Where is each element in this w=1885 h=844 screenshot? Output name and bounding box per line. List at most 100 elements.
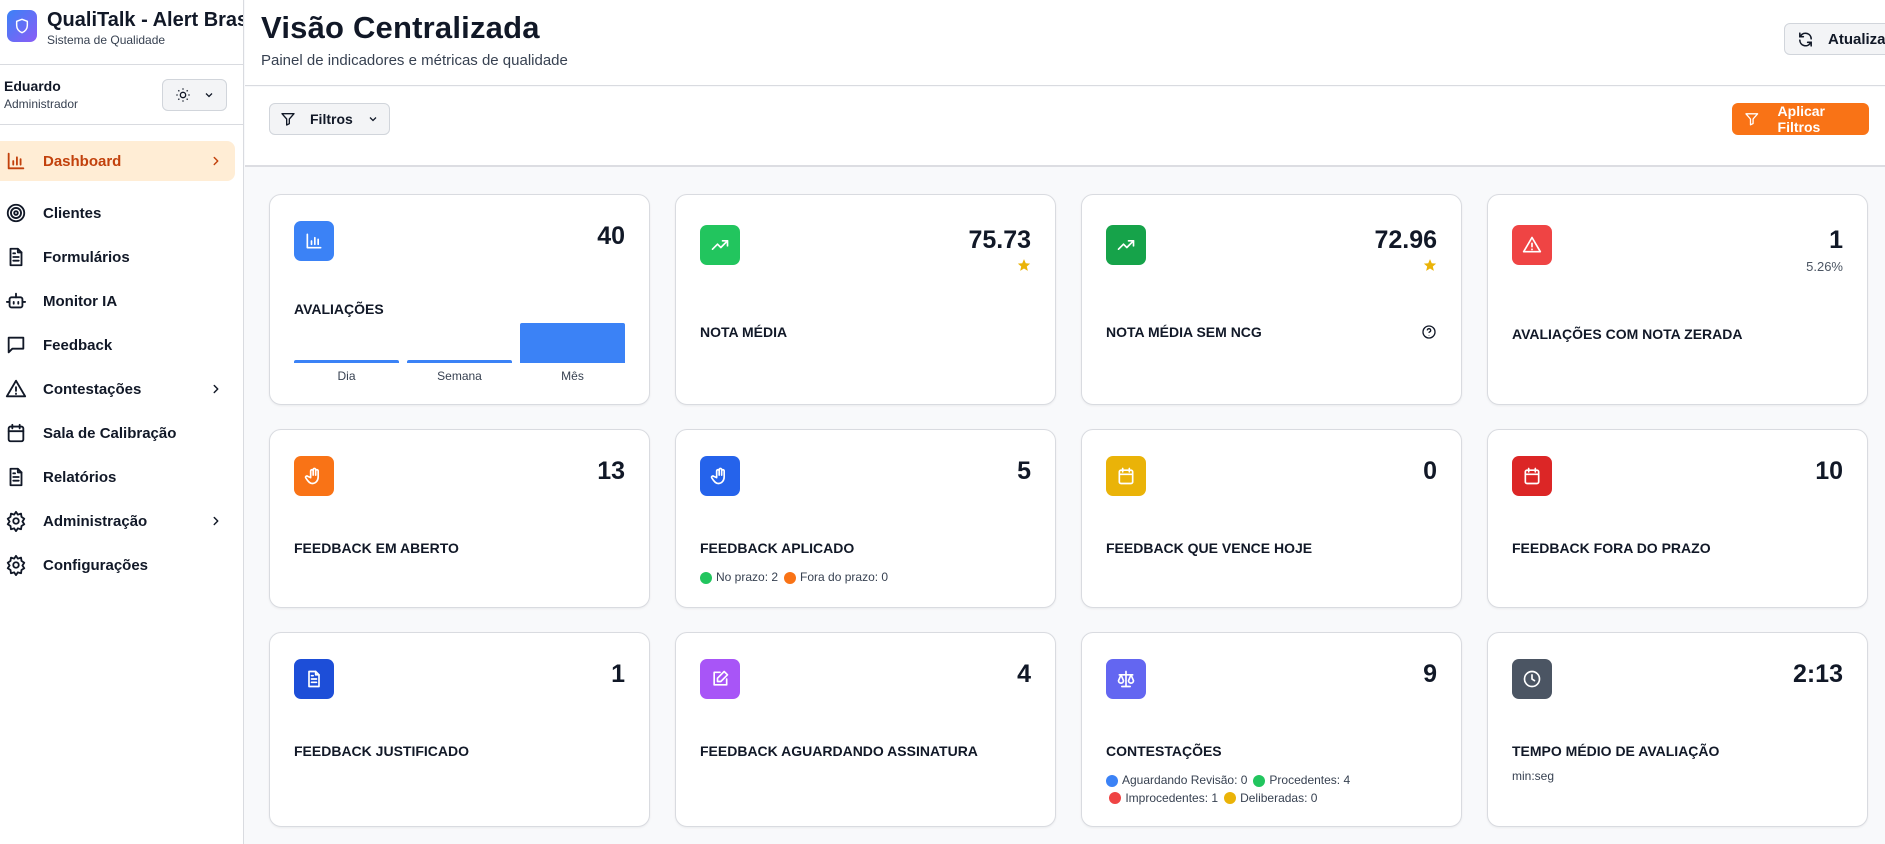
kpi-label: AVALIAÇÕES bbox=[294, 301, 384, 317]
kpi-card: 9 CONTESTAÇÕES Aguardando Revisão: 0 Proced… bbox=[1081, 632, 1462, 827]
legend-dot bbox=[784, 571, 797, 584]
kpi-card: 1 FEEDBACK JUSTIFICADO bbox=[269, 632, 650, 827]
brand: QualiTalk - Alert Brasil Sistema de Qual… bbox=[0, 0, 243, 65]
calendar-icon bbox=[7, 423, 25, 443]
help-circle-icon[interactable] bbox=[1421, 324, 1437, 340]
chevron-down-icon bbox=[369, 117, 377, 122]
kpi-label: FEEDBACK JUSTIFICADO bbox=[294, 743, 470, 759]
kpi-card: 72.96 NOTA MÉDIA SEM NCG bbox=[1081, 194, 1462, 405]
kpi-value: 1 bbox=[1829, 226, 1843, 254]
kpi-card: 40 AVALIAÇÕES Dia Semana Mês bbox=[269, 194, 650, 405]
chevron-down-icon bbox=[205, 92, 212, 97]
sidebar-item-dashboard[interactable]: Dashboard bbox=[0, 141, 235, 181]
legend-text: Aguardando Revisão: 0 bbox=[1122, 773, 1248, 787]
page-title: Visão Centralizada bbox=[261, 10, 540, 45]
page-subtitle: Painel de indicadores e métricas de qual… bbox=[261, 52, 568, 69]
kpi-value: 13 bbox=[597, 457, 625, 485]
sidebar-item-configuracoes[interactable]: Configurações bbox=[0, 545, 235, 585]
evaluations-mini-chart bbox=[294, 323, 625, 363]
refresh-label: Atualizar bbox=[1828, 30, 1885, 48]
legend-dot bbox=[1253, 774, 1266, 787]
edit-icon bbox=[713, 670, 729, 686]
sidebar-item-label: Dashboard bbox=[43, 152, 122, 170]
star-icon bbox=[1017, 259, 1031, 271]
filter-icon bbox=[281, 113, 295, 126]
legend-dot bbox=[700, 571, 712, 584]
legend-dot bbox=[1109, 792, 1122, 804]
refresh-icon bbox=[1799, 31, 1812, 47]
filters-label: Filtros bbox=[310, 111, 353, 127]
kpi-label: TEMPO MÉDIO DE AVALIAÇÃO bbox=[1512, 743, 1720, 759]
kpi-card: 1 5.26% AVALIAÇÕES COM NOTA ZERADA bbox=[1487, 194, 1868, 405]
file-text-icon bbox=[9, 467, 23, 487]
gear-icon bbox=[6, 510, 26, 532]
kpi-value: 4 bbox=[1017, 660, 1031, 688]
kpi-card: 75.73 NOTA MÉDIA bbox=[675, 194, 1056, 405]
kpi-value: 1 bbox=[611, 660, 625, 688]
star-icon bbox=[1423, 259, 1437, 271]
filter-icon bbox=[1745, 113, 1759, 126]
target-icon bbox=[6, 203, 26, 223]
legend-item: Procedentes: 4 bbox=[1253, 773, 1350, 788]
apply-filters-button[interactable]: Aplicar Filtros bbox=[1732, 103, 1869, 135]
calendar-badge bbox=[1106, 456, 1146, 496]
trending-up-badge bbox=[1106, 225, 1146, 265]
bar-chart-icon bbox=[306, 233, 322, 249]
kpi-value: 10 bbox=[1815, 457, 1843, 485]
legend-dot bbox=[1106, 774, 1118, 787]
sidebar-item-administracao[interactable]: Administração bbox=[0, 501, 235, 541]
kpi-label: NOTA MÉDIA bbox=[700, 324, 788, 340]
bar-chart-badge bbox=[294, 221, 334, 261]
scale-icon bbox=[1117, 670, 1135, 688]
sidebar-item-contestacoes[interactable]: Contestações bbox=[0, 369, 235, 409]
legend-item: Improcedentes: 1 bbox=[1109, 791, 1218, 806]
sidebar-item-monitor-ia[interactable]: Monitor IA bbox=[0, 281, 235, 321]
kpi-grid: 40 AVALIAÇÕES Dia Semana Mês 75.73 NOTA MÉDIA… bbox=[269, 194, 1869, 827]
legend-item: Deliberadas: 0 bbox=[1224, 791, 1317, 806]
kpi-label: FEEDBACK FORA DO PRAZO bbox=[1512, 540, 1711, 556]
chevron-right-icon bbox=[213, 516, 219, 526]
filters-dropdown-button[interactable]: Filtros bbox=[269, 103, 390, 135]
sidebar-item-sala-de-calibracao[interactable]: Sala de Calibração bbox=[0, 413, 235, 453]
bot-icon bbox=[5, 292, 27, 309]
sidebar-item-clientes[interactable]: Clientes bbox=[0, 193, 235, 233]
kpi-label: FEEDBACK QUE VENCE HOJE bbox=[1106, 540, 1313, 556]
theme-toggle-button[interactable] bbox=[162, 78, 227, 111]
file-text-icon bbox=[308, 670, 320, 688]
chevron-right-icon bbox=[213, 156, 219, 166]
refresh-button[interactable]: Atualizar bbox=[1784, 23, 1885, 55]
legend-item: Fora do prazo: 0 bbox=[784, 570, 888, 585]
legend-text: Fora do prazo: 0 bbox=[800, 570, 889, 584]
sidebar-item-label: Relatórios bbox=[43, 468, 117, 486]
sidebar-item-label: Clientes bbox=[43, 204, 102, 222]
hand-icon bbox=[304, 467, 319, 485]
legend-text: Improcedentes: 1 bbox=[1125, 790, 1219, 805]
calendar-icon bbox=[1524, 467, 1540, 485]
sidebar-item-label: Configurações bbox=[43, 556, 149, 574]
kpi-label: FEEDBACK APLICADO bbox=[700, 540, 855, 556]
kpi-card: 4 FEEDBACK AGUARDANDO ASSINATURA bbox=[675, 632, 1056, 827]
scale-badge bbox=[1106, 659, 1146, 699]
sidebar-item-formularios[interactable]: Formulários bbox=[0, 237, 235, 277]
file-text-badge bbox=[294, 659, 334, 699]
sidebar-nav: Dashboard Clientes Formulários Monitor IA Fe… bbox=[0, 125, 243, 585]
user-panel: Eduardo Administrador bbox=[0, 65, 243, 125]
sidebar-item-relatorios[interactable]: Relatórios bbox=[0, 457, 235, 497]
sun-icon bbox=[175, 87, 190, 102]
kpi-value: 2:13 bbox=[1792, 660, 1843, 688]
kpi-percentage: 5.26% bbox=[1806, 259, 1843, 274]
legend-text: Deliberadas: 0 bbox=[1240, 790, 1318, 805]
mini-bar-semana bbox=[407, 360, 512, 363]
mini-bar-label: Dia bbox=[337, 369, 356, 383]
sidebar-item-label: Formulários bbox=[43, 248, 130, 266]
shield-icon bbox=[7, 10, 37, 42]
hand-badge bbox=[294, 456, 334, 496]
kpi-value: 40 bbox=[597, 222, 625, 250]
apply-filters-label: Aplicar Filtros bbox=[1777, 103, 1826, 135]
sidebar: QualiTalk - Alert Brasil Sistema de Qual… bbox=[0, 0, 244, 844]
chevron-right-icon bbox=[213, 384, 219, 394]
kpi-value: 72.96 bbox=[1374, 226, 1437, 254]
sidebar-item-feedback[interactable]: Feedback bbox=[0, 325, 235, 365]
file-text-icon bbox=[9, 247, 23, 267]
kpi-label: FEEDBACK EM ABERTO bbox=[294, 540, 459, 556]
